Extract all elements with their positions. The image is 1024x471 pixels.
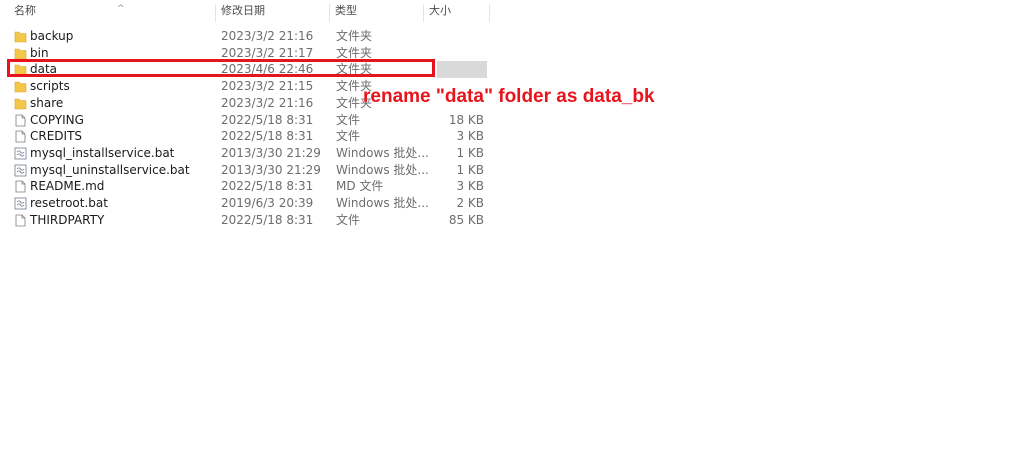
file-type: 文件: [336, 112, 361, 127]
file-row[interactable]: resetroot.bat 2019/6/3 20:39 Windows 批处...…: [9, 195, 487, 212]
file-type: Windows 批处...: [336, 145, 429, 160]
file-name: mysql_uninstallservice.bat: [30, 162, 190, 177]
file-icon: [15, 180, 26, 193]
file-name: COPYING: [30, 112, 84, 127]
file-name: share: [30, 95, 64, 110]
batch-file-icon: [14, 197, 27, 210]
file-name: resetroot.bat: [30, 196, 108, 210]
column-header-type[interactable]: 类型: [330, 4, 424, 22]
column-header-type-label: 类型: [335, 4, 357, 17]
column-header-size-label: 大小: [429, 4, 451, 17]
sort-ascending-icon: ^: [117, 4, 125, 14]
file-name: CREDITS: [30, 129, 83, 144]
file-modified-date: 2023/3/2 21:15: [221, 79, 314, 94]
file-type: 文件: [336, 129, 361, 144]
column-header-bar: 名称 ^ 修改日期 类型 大小: [0, 0, 490, 24]
file-row[interactable]: COPYING 2022/5/18 8:31 文件 18 KB: [9, 112, 487, 129]
file-modified-date: 2013/3/30 21:29: [221, 162, 321, 177]
file-name: backup: [30, 29, 74, 43]
file-modified-date: 2023/3/2 21:16: [221, 29, 314, 43]
file-name: mysql_installservice.bat: [30, 145, 175, 160]
batch-file-icon: [14, 164, 27, 176]
file-name: scripts: [30, 79, 70, 94]
folder-icon: [14, 48, 27, 59]
folder-icon: [14, 81, 27, 93]
file-icon: [15, 114, 26, 126]
file-modified-date: 2019/6/3 20:39: [221, 196, 314, 210]
file-name: README.md: [30, 179, 105, 194]
annotation-highlight-box: [7, 59, 435, 77]
file-type: Windows 批处...: [336, 162, 429, 177]
file-size: 18 KB: [448, 112, 484, 127]
file-size: 3 KB: [456, 129, 484, 144]
file-row[interactable]: mysql_uninstallservice.bat 2013/3/30 21:2…: [9, 162, 487, 179]
file-size: 1 KB: [456, 162, 484, 177]
file-modified-date: 2022/5/18 8:31: [221, 179, 314, 194]
file-row[interactable]: CREDITS 2022/5/18 8:31 文件 3 KB: [9, 128, 487, 145]
file-row[interactable]: README.md 2022/5/18 8:31 MD 文件 3 KB: [9, 178, 487, 195]
file-row[interactable]: backup 2023/3/2 21:16 文件夹: [9, 28, 487, 45]
folder-icon: [14, 98, 27, 110]
column-header-date[interactable]: 修改日期: [216, 4, 330, 22]
column-header-name-label: 名称: [14, 4, 36, 17]
file-size: 1 KB: [456, 145, 484, 160]
file-name: THIRDPARTY: [30, 212, 105, 227]
file-modified-date: 2022/5/18 8:31: [221, 212, 314, 227]
column-header-name[interactable]: 名称 ^: [9, 4, 216, 22]
folder-icon: [14, 31, 27, 43]
column-header-date-label: 修改日期: [221, 4, 265, 17]
file-size: 85 KB: [448, 212, 484, 227]
file-type: 文件: [336, 212, 361, 227]
file-row[interactable]: THIRDPARTY 2022/5/18 8:31 文件 85 KB: [9, 212, 487, 229]
column-header-size[interactable]: 大小: [424, 4, 490, 22]
file-type: 文件夹: [336, 29, 373, 43]
file-size: 3 KB: [456, 179, 484, 194]
file-type: MD 文件: [336, 179, 384, 194]
file-icon: [15, 130, 26, 143]
file-modified-date: 2022/5/18 8:31: [221, 129, 314, 144]
file-type: Windows 批处...: [336, 196, 429, 210]
file-modified-date: 2022/5/18 8:31: [221, 112, 314, 127]
file-modified-date: 2023/3/2 21:16: [221, 95, 314, 110]
file-size: 2 KB: [456, 196, 484, 210]
file-modified-date: 2013/3/30 21:29: [221, 145, 321, 160]
file-row[interactable]: mysql_installservice.bat 2013/3/30 21:29 W…: [9, 145, 487, 162]
annotation-text: rename "data" folder as data_bk: [363, 86, 655, 107]
batch-file-icon: [14, 147, 27, 160]
file-icon: [15, 214, 26, 227]
